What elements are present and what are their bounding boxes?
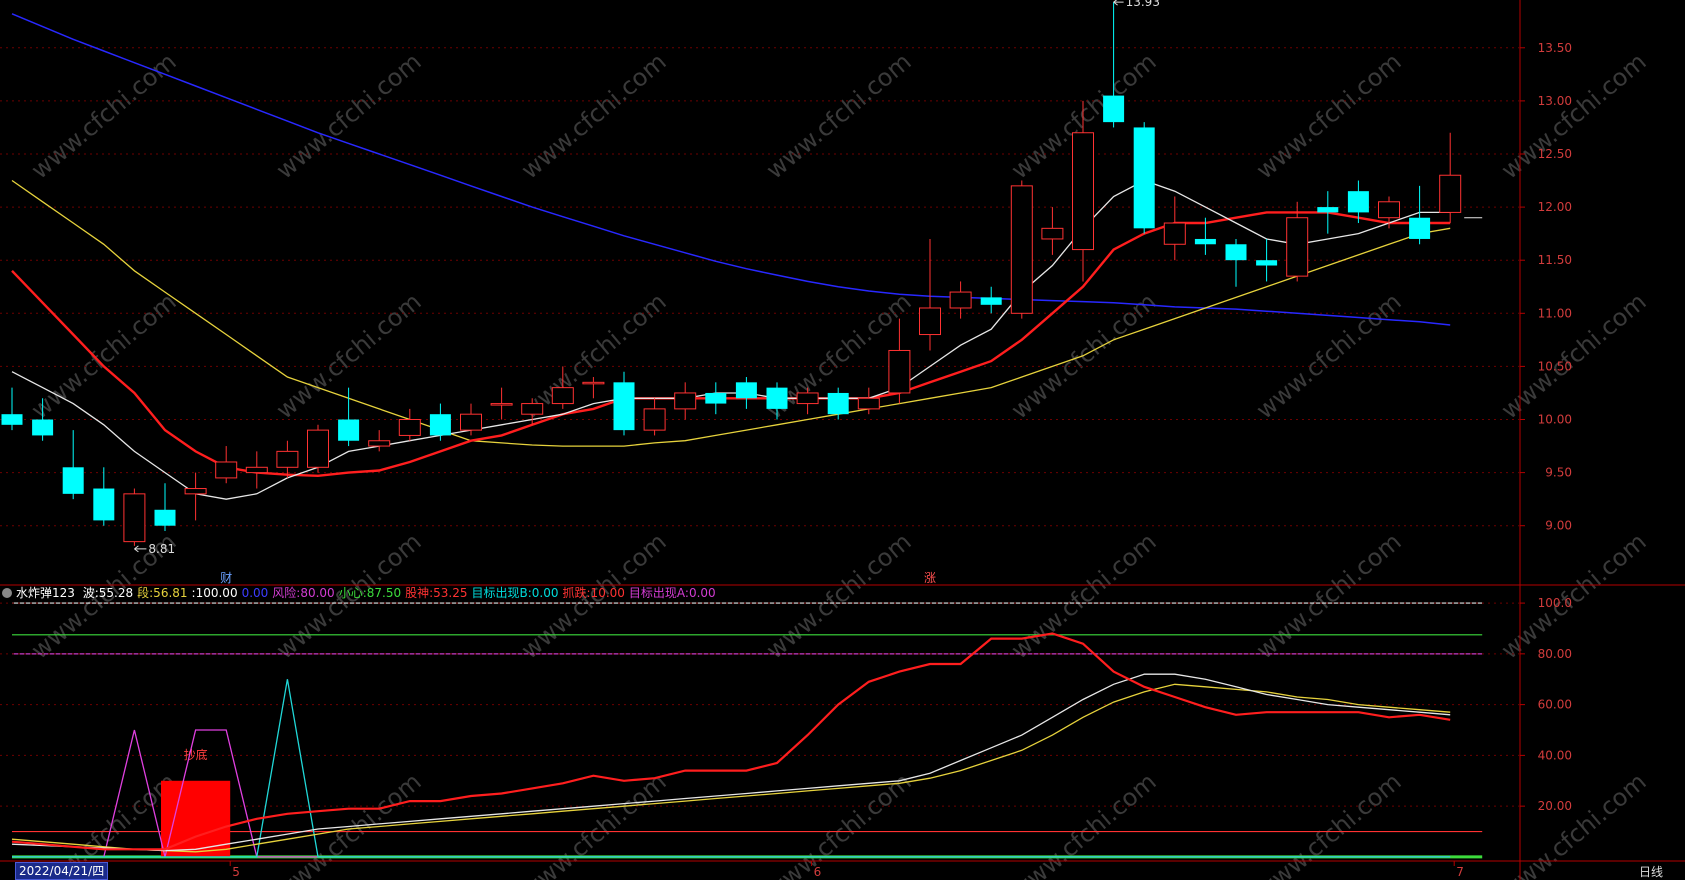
- candle-up: [1010, 185, 1033, 314]
- price-tick-label: 13.50: [1538, 41, 1572, 55]
- date-tick-label: 5: [232, 865, 240, 879]
- candle-up: [1378, 201, 1400, 219]
- candle-down: [1194, 238, 1216, 245]
- indicator-field: 风险:80.00: [272, 586, 335, 600]
- price-tick-label: 9.00: [1545, 519, 1572, 533]
- indicator-field: 股神:53.25: [405, 586, 468, 600]
- candle-down: [154, 509, 176, 526]
- candle-down: [32, 419, 54, 436]
- candle-up: [582, 381, 605, 385]
- candle-up: [949, 291, 972, 309]
- candle-up: [184, 488, 207, 495]
- date-tick-label: 6: [814, 865, 822, 879]
- candle-down: [735, 382, 757, 399]
- candle-up: [521, 403, 544, 415]
- price-tick-label: 13.00: [1538, 94, 1572, 108]
- candle-down: [1225, 244, 1247, 261]
- indicator-field: 目标出现A:0.00: [628, 586, 716, 600]
- candle-up: [123, 493, 146, 543]
- candle-up: [643, 408, 666, 431]
- candle-up: [276, 450, 299, 468]
- price-tick-label: 9.50: [1545, 466, 1572, 480]
- indicator-toggle-icon[interactable]: [2, 588, 12, 598]
- high-label: 13.93: [1126, 0, 1160, 9]
- candle-up: [551, 387, 574, 405]
- candle-down: [62, 467, 84, 494]
- indicator-field: :100.00: [191, 586, 238, 600]
- indicator-field: 0.00: [241, 586, 269, 600]
- low-label: 8.81: [148, 542, 175, 556]
- candle-down: [1317, 207, 1339, 213]
- candle-up: [460, 413, 482, 431]
- indicator-field: 目标出现B:0.00: [471, 586, 559, 600]
- candle-up: [1286, 217, 1309, 277]
- candle-up: [674, 392, 697, 410]
- indicator-tick-label: 100.0: [1538, 596, 1572, 610]
- candle-down: [1103, 95, 1125, 123]
- indicator-field: 波:55.28: [82, 586, 134, 600]
- price-tick-label: 11.00: [1538, 306, 1572, 320]
- indicator-header: 水炸弹123 波:55.28 段:56.81:100.00 0.00 风险:80.00…: [2, 584, 724, 604]
- candle-down: [93, 488, 115, 521]
- indicator-tick-label: 40.00: [1538, 748, 1572, 762]
- candle-up: [215, 461, 238, 479]
- indicator-name[interactable]: 水炸弹123: [16, 586, 75, 600]
- buy-signal-label: 抄底: [184, 747, 208, 762]
- candle-down: [1, 414, 23, 425]
- candle-down: [1409, 217, 1431, 239]
- candle-up: [398, 419, 421, 436]
- candle-up: [368, 440, 391, 447]
- candle-down: [980, 297, 1002, 305]
- price-tick-label: 10.50: [1538, 359, 1572, 373]
- candle-down: [827, 392, 849, 415]
- candle-down: [766, 387, 788, 409]
- indicator-field: 抓跌:10.00: [562, 586, 625, 600]
- candle-down: [1256, 260, 1278, 266]
- indicator-tick-label: 80.00: [1538, 647, 1572, 661]
- candle-up: [1072, 132, 1094, 251]
- period-label[interactable]: 日线: [1639, 863, 1663, 880]
- date-tick-label: 7: [1456, 865, 1464, 879]
- indicator-tick-label: 60.00: [1538, 698, 1572, 712]
- price-tick-label: 11.50: [1538, 253, 1572, 267]
- candle-down: [1347, 191, 1369, 213]
- candle-up: [1439, 174, 1462, 213]
- candle-up: [490, 403, 513, 406]
- indicator-field: 段:56.81: [137, 586, 188, 600]
- price-tick-label: 12.00: [1538, 200, 1572, 214]
- marker-zhang: 涨: [924, 570, 936, 585]
- indicator-field: 小心:87.50: [338, 586, 402, 600]
- candle-down: [613, 382, 635, 431]
- candle-up: [307, 429, 329, 468]
- candle-up: [1041, 227, 1064, 240]
- price-tick-label: 10.00: [1538, 413, 1572, 427]
- candle-down: [1133, 127, 1155, 229]
- cursor-date-label: 2022/04/21/四: [15, 862, 109, 880]
- candle-down: [705, 392, 727, 404]
- candle-up: [1163, 222, 1186, 245]
- candle-up: [796, 392, 819, 405]
- marker-cai: 财: [220, 571, 232, 585]
- candle-down: [338, 419, 360, 441]
- candle-up: [245, 466, 268, 474]
- stock-chart[interactable]: www.cfchi.com www.cfchi.com www.cfchi.com w…: [0, 0, 1685, 880]
- price-tick-label: 12.50: [1538, 147, 1572, 161]
- candle-up: [919, 307, 941, 336]
- candle-up: [857, 397, 880, 410]
- candle-up: [888, 349, 911, 394]
- candle-down: [429, 414, 451, 436]
- indicator-tick-label: 20.00: [1538, 799, 1572, 813]
